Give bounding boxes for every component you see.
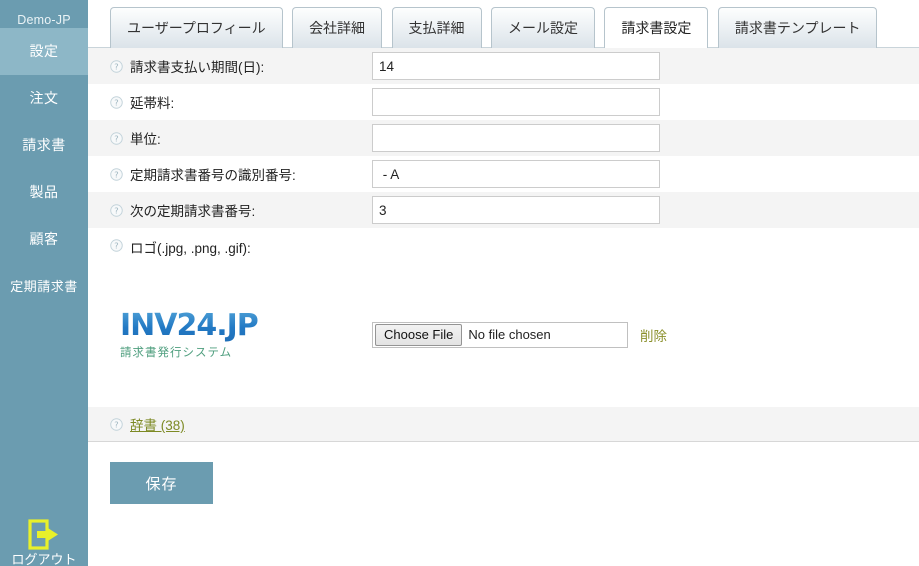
form-label-wrapper: ? ロゴ(.jpg, .png, .gif): (110, 237, 372, 257)
form-label: 単位: (130, 132, 161, 147)
choose-file-button[interactable]: Choose File (375, 323, 463, 346)
help-icon[interactable]: ? (110, 95, 123, 109)
logout-icon (28, 519, 58, 550)
sidebar-item-label: 定期請求書 (10, 279, 78, 294)
form-label: 延帯料: (130, 96, 175, 111)
svg-text:?: ? (114, 241, 118, 251)
svg-text:?: ? (114, 169, 118, 179)
sidebar-item-label: 顧客 (29, 231, 59, 247)
form-label-wrapper: ? 次の定期請求書番号: (110, 200, 372, 220)
sidebar-item-orders[interactable]: 注文 (0, 75, 88, 122)
form-field-wrapper (372, 88, 919, 116)
form-label: 定期請求書番号の識別番号: (130, 168, 296, 183)
payment-period-input[interactable] (372, 52, 660, 80)
form-row-logo-label: ? ロゴ(.jpg, .png, .gif): (88, 228, 919, 262)
svg-text:?: ? (114, 205, 118, 215)
help-icon[interactable]: ? (110, 417, 123, 431)
file-status-text: No file chosen (468, 327, 551, 342)
help-icon[interactable]: ? (110, 59, 123, 73)
sidebar-item-invoices[interactable]: 請求書 (0, 122, 88, 169)
logo-upload-area: INV24.JP 請求書発行システム Choose File No file c… (88, 262, 919, 407)
tab-invoice-template[interactable]: 請求書テンプレート (717, 7, 878, 48)
form-label-wrapper: ? 辞書 (38) (110, 414, 372, 434)
form-row-unit: ? 単位: (88, 120, 919, 156)
tab-invoice-settings[interactable]: 請求書設定 (604, 7, 709, 48)
app-window: Demo-JP 設定 注文 請求書 製品 顧客 定期請求書 ログアウト ユーザー… (0, 0, 919, 566)
form-label-wrapper: ? 請求書支払い期間(日): (110, 56, 372, 76)
form-label-wrapper: ? 定期請求書番号の識別番号: (110, 164, 372, 184)
help-icon[interactable]: ? (110, 203, 123, 217)
form-label: 請求書支払い期間(日): (130, 60, 265, 75)
sidebar-item-label: 注文 (29, 90, 59, 106)
tab-label: メール設定 (507, 20, 578, 36)
svg-text:?: ? (114, 97, 118, 107)
tab-bar: ユーザープロフィール 会社詳細 支払詳細 メール設定 請求書設定 請求書テンプレ… (88, 0, 919, 48)
tab-label: 請求書設定 (621, 20, 692, 36)
form-field-wrapper (372, 52, 919, 80)
form-row-recurring-identifier: ? 定期請求書番号の識別番号: (88, 156, 919, 192)
tab-label: ユーザープロフィール (127, 20, 266, 36)
svg-text:?: ? (114, 133, 118, 143)
logo-brand-text: INV24.JP (120, 309, 372, 342)
sidebar-item-customers[interactable]: 顧客 (0, 216, 88, 263)
tab-user-profile[interactable]: ユーザープロフィール (110, 7, 283, 48)
form-label: 次の定期請求書番号: (130, 204, 256, 219)
svg-text:?: ? (114, 61, 118, 71)
logout-label: ログアウト (11, 552, 77, 566)
save-button[interactable]: 保存 (110, 462, 213, 504)
next-recurring-number-input[interactable] (372, 196, 660, 224)
svg-text:?: ? (114, 419, 118, 429)
form-row-dictionary: ? 辞書 (38) (88, 407, 919, 441)
logo-preview: INV24.JP 請求書発行システム (110, 309, 372, 360)
main-content: ユーザープロフィール 会社詳細 支払詳細 メール設定 請求書設定 請求書テンプレ… (88, 0, 919, 566)
invoice-settings-form: ? 請求書支払い期間(日): ? 延帯料: (88, 48, 919, 504)
form-field-wrapper (372, 160, 919, 188)
form-actions: 保存 (88, 442, 919, 504)
form-label-wrapper: ? 延帯料: (110, 92, 372, 112)
sidebar-item-label: 請求書 (22, 137, 66, 153)
late-fee-input[interactable] (372, 88, 660, 116)
help-icon[interactable]: ? (110, 167, 123, 181)
tab-label: 会社詳細 (309, 20, 366, 36)
form-label-wrapper: ? 単位: (110, 128, 372, 148)
sidebar: Demo-JP 設定 注文 請求書 製品 顧客 定期請求書 ログアウト (0, 0, 88, 566)
unit-input[interactable] (372, 124, 660, 152)
tab-company-details[interactable]: 会社詳細 (292, 7, 383, 48)
form-row-next-recurring-number: ? 次の定期請求書番号: (88, 192, 919, 228)
tab-payment-details[interactable]: 支払詳細 (391, 7, 482, 48)
form-row-late-fee: ? 延帯料: (88, 84, 919, 120)
sidebar-item-recurring-invoices[interactable]: 定期請求書 (0, 263, 88, 310)
form-field-wrapper (372, 124, 919, 152)
help-icon[interactable]: ? (110, 239, 123, 252)
form-label: ロゴ(.jpg, .png, .gif): (130, 241, 251, 256)
sidebar-item-settings[interactable]: 設定 (0, 28, 88, 75)
sidebar-item-label: 製品 (29, 184, 59, 200)
tab-label: 請求書テンプレート (734, 20, 861, 36)
help-icon[interactable]: ? (110, 131, 123, 145)
logo-tagline-text: 請求書発行システム (120, 346, 233, 359)
dictionary-link[interactable]: 辞書 (38) (130, 414, 185, 434)
sidebar-item-label: 設定 (29, 43, 59, 59)
logo-file-input[interactable]: Choose File No file chosen (372, 321, 628, 348)
logout-button[interactable]: ログアウト (0, 519, 88, 566)
file-upload-wrapper: Choose File No file chosen 削除 (372, 321, 667, 348)
tab-mail-settings[interactable]: メール設定 (490, 7, 595, 48)
form-row-payment-period: ? 請求書支払い期間(日): (88, 48, 919, 84)
form-field-wrapper (372, 196, 919, 224)
delete-logo-link[interactable]: 削除 (640, 325, 667, 345)
tab-label: 支払詳細 (408, 20, 465, 36)
brand-title: Demo-JP (17, 13, 71, 27)
recurring-identifier-input[interactable] (372, 160, 660, 188)
sidebar-item-products[interactable]: 製品 (0, 169, 88, 216)
